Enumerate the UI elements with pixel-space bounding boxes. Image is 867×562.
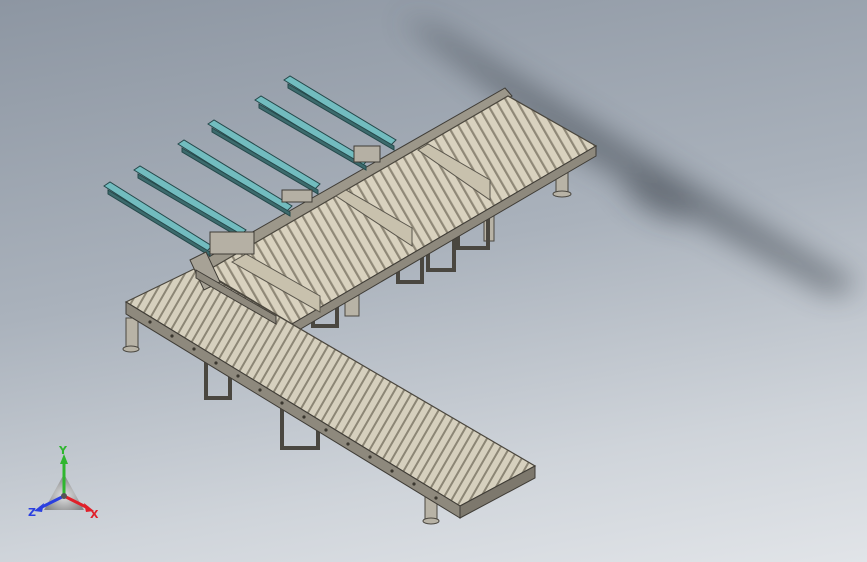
conveyor-assembly-model[interactable] [0,0,867,562]
y-axis-label: Y [58,446,68,457]
graphics-viewport[interactable]: Y X Z [0,0,867,562]
upper-roller-bed [203,95,598,325]
x-axis-label: X [90,508,99,521]
orientation-triad: Y X Z [28,446,99,521]
z-axis-label: Z [28,506,36,519]
